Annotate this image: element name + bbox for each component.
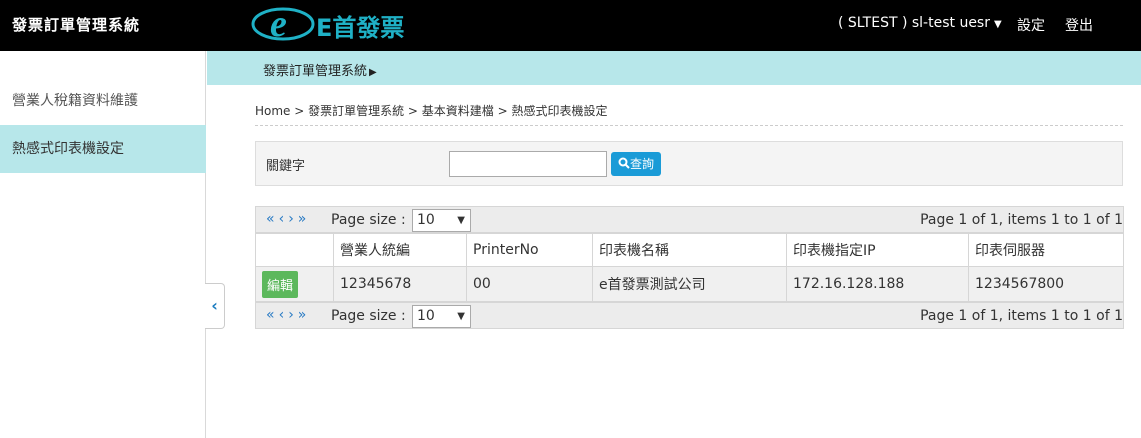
caret-down-icon: ▼ <box>457 311 465 322</box>
search-panel: 關鍵字 查詢 <box>255 141 1123 186</box>
column-header-printer-name: 印表機名稱 <box>592 233 787 267</box>
last-page-icon[interactable]: » <box>298 211 311 227</box>
table-row: 編輯 12345678 00 e首發票測試公司 172.16.128.188 1… <box>255 266 1124 302</box>
action-cell: 編輯 <box>255 266 334 302</box>
page-size-label: Page size : <box>331 308 406 324</box>
page-info: Page 1 of 1, items 1 to 1 of 1 <box>920 308 1123 324</box>
page-info: Page 1 of 1, items 1 to 1 of 1 <box>920 212 1123 228</box>
keyword-input[interactable] <box>449 151 607 177</box>
ip-cell: 172.16.128.188 <box>786 266 969 302</box>
page-size-value: 10 <box>417 308 435 324</box>
divider <box>255 125 1123 126</box>
prev-page-icon[interactable]: ‹ <box>279 307 289 323</box>
svg-text:e: e <box>270 3 287 45</box>
last-page-icon[interactable]: » <box>298 307 311 323</box>
edit-button[interactable]: 編輯 <box>262 270 299 298</box>
caret-down-icon: ▼ <box>457 215 465 226</box>
sidebar-collapse-button[interactable]: ‹ <box>205 283 225 329</box>
caret-down-icon: ▼ <box>993 19 1002 30</box>
caret-right-icon: ▶ <box>369 67 377 78</box>
pager-top: «‹›» Page size : 10 ▼ Page 1 of 1, items … <box>255 206 1124 233</box>
pager-nav: «‹›» <box>266 211 310 227</box>
column-header-server: 印表伺服器 <box>968 233 1124 267</box>
column-header-action <box>255 233 334 267</box>
pager-nav: «‹›» <box>266 307 310 323</box>
page-size-value: 10 <box>417 212 435 228</box>
breadcrumb: Home > 發票訂單管理系統 > 基本資料建檔 > 熱感式印表機設定 <box>255 104 608 118</box>
logout-link[interactable]: 登出 <box>1065 15 1093 35</box>
sidebar: 營業人稅籍資料維護 熱感式印表機設定 <box>0 51 206 438</box>
system-menu[interactable]: 發票訂單管理系統 ▶ <box>263 60 377 79</box>
printer-name-cell: e首發票測試公司 <box>592 266 787 302</box>
sidebar-item-tax-registration[interactable]: 營業人稅籍資料維護 <box>0 77 206 125</box>
brand-logo-text: E首發票 <box>316 14 405 42</box>
next-page-icon[interactable]: › <box>288 307 298 323</box>
system-menu-label: 發票訂單管理系統 <box>263 64 368 79</box>
page-size-select[interactable]: 10 ▼ <box>412 209 471 232</box>
table-header-row: 營業人統編 PrinterNo 印表機名稱 印表機指定IP 印表伺服器 <box>255 233 1124 267</box>
top-bar: 發票訂單管理系統 e E首發票 ( SLTEST ) sl-test uesr ▼… <box>0 0 1141 51</box>
keyword-label: 關鍵字 <box>266 159 306 174</box>
chevron-left-icon: ‹ <box>211 296 218 315</box>
user-menu[interactable]: ( SLTEST ) sl-test uesr ▼ <box>838 15 1002 31</box>
pager-bottom: «‹›» Page size : 10 ▼ Page 1 of 1, items … <box>255 302 1124 329</box>
column-header-ip: 印表機指定IP <box>786 233 969 267</box>
sub-header: 發票訂單管理系統 ▶ <box>207 51 1141 85</box>
first-page-icon[interactable]: « <box>266 211 279 227</box>
printer-table: 營業人統編 PrinterNo 印表機名稱 印表機指定IP 印表伺服器 編輯 1… <box>255 233 1124 302</box>
settings-link[interactable]: 設定 <box>1017 15 1045 35</box>
tax-id-cell: 12345678 <box>333 266 467 302</box>
search-icon <box>618 157 630 169</box>
search-button-label: 查詢 <box>629 157 654 171</box>
sidebar-item-thermal-printer[interactable]: 熱感式印表機設定 <box>0 125 206 173</box>
server-cell: 1234567800 <box>968 266 1124 302</box>
user-label: ( SLTEST ) sl-test uesr <box>838 15 990 31</box>
app-title: 發票訂單管理系統 <box>12 16 141 34</box>
next-page-icon[interactable]: › <box>288 211 298 227</box>
first-page-icon[interactable]: « <box>266 307 279 323</box>
column-header-printer-no: PrinterNo <box>466 233 593 267</box>
prev-page-icon[interactable]: ‹ <box>279 211 289 227</box>
page-size-select[interactable]: 10 ▼ <box>412 305 471 328</box>
search-button[interactable]: 查詢 <box>611 152 661 176</box>
page-size-label: Page size : <box>331 212 406 228</box>
printer-no-cell: 00 <box>466 266 593 302</box>
column-header-tax-id: 營業人統編 <box>333 233 467 267</box>
